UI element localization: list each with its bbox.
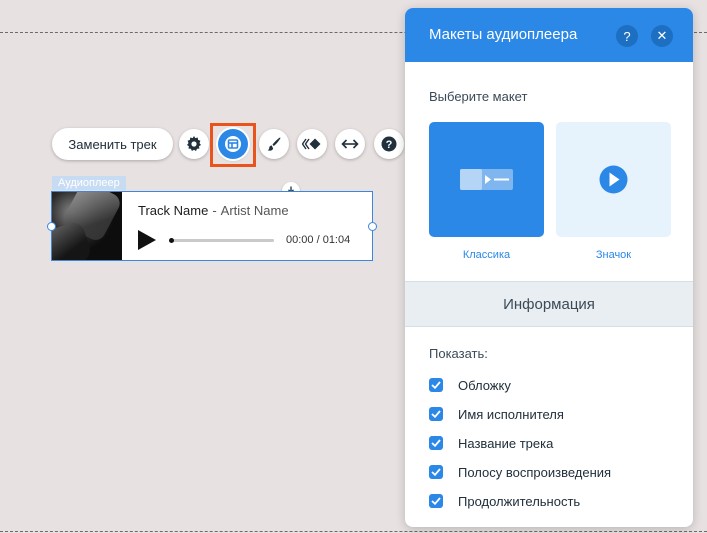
resize-handle-left[interactable] [47, 222, 56, 231]
duration-time: 00:00 / 01:04 [286, 234, 351, 246]
close-icon: ✕ [656, 28, 668, 43]
replace-track-button[interactable]: Заменить трек [52, 128, 173, 160]
audio-player[interactable]: Track Name - Artist Name 00:00 / 01:04 [51, 191, 373, 261]
artist-name: Artist Name [220, 203, 289, 218]
panel-close-button[interactable]: ✕ [651, 25, 673, 47]
design-button[interactable] [259, 129, 289, 159]
stretch-button[interactable] [335, 129, 365, 159]
layout-caption-classic: Классика [462, 249, 511, 261]
info-section-title: Информация [503, 295, 595, 313]
check-icon[interactable] [429, 494, 443, 508]
animation-icon [302, 138, 321, 150]
brush-icon [267, 137, 281, 151]
check-icon[interactable] [429, 407, 443, 421]
help-icon: ? [381, 136, 397, 152]
svg-text:?: ? [386, 139, 393, 151]
help-button[interactable]: ? [374, 129, 404, 159]
component-label: Аудиоплеер [52, 176, 126, 190]
checkbox-label: Название трека [458, 435, 554, 451]
check-icon[interactable] [429, 465, 443, 479]
check-icon[interactable] [429, 436, 443, 450]
cover-image [52, 192, 122, 260]
checkbox-artist-name[interactable]: Имя исполнителя [429, 406, 564, 422]
checkbox-duration[interactable]: Продолжительность [429, 493, 580, 509]
checkbox-progress-bar[interactable]: Полосу воспроизведения [429, 464, 611, 480]
checkbox-cover[interactable]: Обложку [429, 377, 511, 393]
play-icon [599, 165, 628, 194]
settings-button[interactable] [179, 129, 209, 159]
play-icon[interactable] [138, 230, 156, 250]
track-name: Track Name [138, 203, 209, 218]
gear-icon [187, 136, 201, 151]
info-section-header: Информация [405, 281, 693, 327]
progress-knob[interactable] [169, 238, 174, 243]
layout-option-classic[interactable] [429, 122, 544, 237]
choose-layout-label: Выберите макет [429, 89, 528, 104]
layout-panel: Макеты аудиоплеера ? ✕ Выберите макет Кл… [405, 8, 693, 527]
check-icon[interactable] [429, 378, 443, 392]
layout-button[interactable] [218, 129, 248, 159]
track-info: Track Name - Artist Name [138, 203, 289, 218]
panel-title: Макеты аудиоплеера [429, 26, 578, 43]
animation-button[interactable] [297, 129, 327, 159]
panel-header: Макеты аудиоплеера ? ✕ [405, 8, 693, 62]
progress-bar[interactable] [169, 238, 274, 243]
checkbox-label: Полосу воспроизведения [458, 464, 612, 480]
resize-handle-right[interactable] [368, 222, 377, 231]
checkbox-label: Обложку [458, 377, 511, 393]
classic-layout-icon [460, 169, 513, 190]
panel-help-button[interactable]: ? [616, 25, 638, 47]
replace-track-label: Заменить трек [68, 136, 157, 152]
question-icon: ? [623, 28, 631, 44]
layout-icon [225, 136, 241, 152]
stretch-icon [341, 139, 359, 149]
checkbox-label: Продолжительность [458, 493, 581, 509]
checkbox-track-name[interactable]: Название трека [429, 435, 553, 451]
show-label: Показать: [429, 346, 488, 361]
layout-option-icon[interactable] [556, 122, 671, 237]
canvas-guide-bottom [0, 531, 707, 532]
track-separator: - [212, 203, 217, 218]
checkbox-label: Имя исполнителя [458, 406, 564, 422]
layout-caption-icon: Значок [595, 249, 632, 261]
